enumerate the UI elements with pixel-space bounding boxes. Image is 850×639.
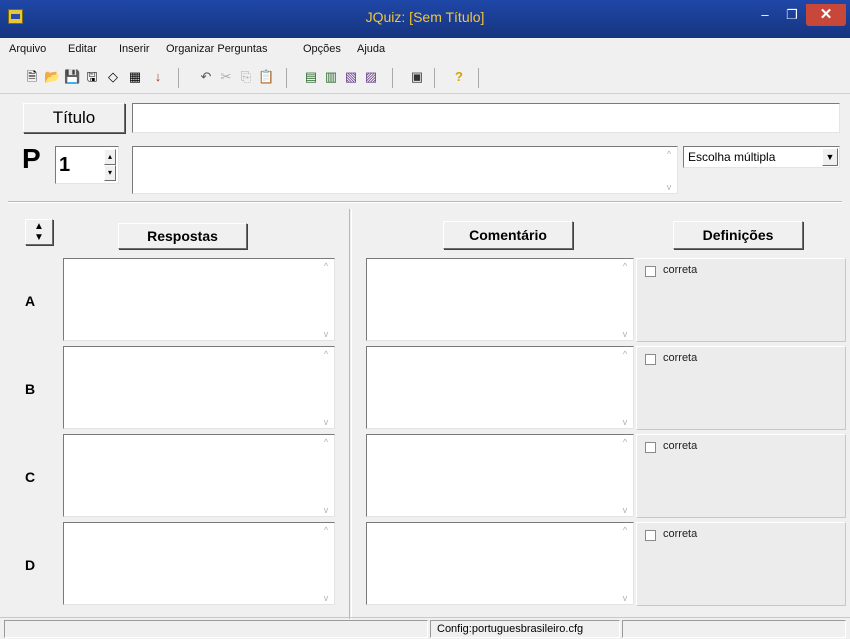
answer-c-input[interactable]: ^ v xyxy=(63,434,335,517)
minimize-button[interactable]: – xyxy=(752,4,778,26)
title-bar: JQuiz: [Sem Título] – ❐ ✕ xyxy=(0,0,850,38)
scroll-down-icon[interactable]: v xyxy=(320,329,332,339)
eraser-icon[interactable]: ◇ xyxy=(105,69,121,85)
title-input[interactable] xyxy=(132,103,840,133)
shuffle-icon[interactable]: ▧ xyxy=(343,69,359,85)
scroll-up-icon[interactable]: ^ xyxy=(320,525,332,535)
grid-icon[interactable]: ▦ xyxy=(127,69,143,85)
definitions-c-panel: correta xyxy=(636,434,846,518)
comment-d-input[interactable]: ^ v xyxy=(366,522,634,605)
question-number-spinner[interactable]: 1 ▴ ▾ xyxy=(55,146,119,184)
correct-b-label[interactable]: correta xyxy=(663,352,697,364)
toolbar-separator xyxy=(434,68,435,88)
menu-editar[interactable]: Editar xyxy=(68,43,97,55)
respostas-button[interactable]: Respostas xyxy=(118,223,247,249)
comentario-button[interactable]: Comentário xyxy=(443,221,573,249)
scroll-up-icon[interactable]: ^ xyxy=(619,525,631,535)
scroll-up-icon[interactable]: ^ xyxy=(619,349,631,359)
toolbar: 🗎 📂 💾 🖫 ◇ ▦ ↓ ↶ ✂ ⎘ 📋 ▤ ▥ ▧ ▨ ▣ ? xyxy=(0,60,850,94)
copy-icon[interactable]: ⎘ xyxy=(238,69,254,85)
answer-d-input[interactable]: ^ v xyxy=(63,522,335,605)
question-type-value: Escolha múltipla xyxy=(688,150,776,164)
scroll-down-icon[interactable]: v xyxy=(619,593,631,603)
status-bar: Config:portuguesbrasileiro.cfg xyxy=(0,617,850,639)
question-number: 1 xyxy=(59,154,71,176)
scroll-up-icon[interactable]: ^ xyxy=(663,149,675,159)
definitions-d-panel: correta xyxy=(636,522,846,606)
edit-question-icon[interactable]: ▥ xyxy=(323,69,339,85)
scroll-down-icon[interactable]: v xyxy=(320,593,332,603)
answer-letter-c: C xyxy=(25,469,36,485)
scroll-down-icon[interactable]: v xyxy=(619,417,631,427)
question-type-select[interactable]: Escolha múltipla ▼ xyxy=(683,146,840,168)
scroll-down-icon[interactable]: v xyxy=(619,329,631,339)
status-cell-right xyxy=(622,620,846,638)
column-divider xyxy=(349,209,352,619)
scroll-down-icon[interactable]: v xyxy=(320,505,332,515)
spinner-down-button[interactable]: ▾ xyxy=(104,165,116,181)
definitions-b-panel: correta xyxy=(636,346,846,430)
menu-arquivo[interactable]: Arquivo xyxy=(9,43,46,55)
menu-inserir[interactable]: Inserir xyxy=(119,43,150,55)
export-icon[interactable]: ▣ xyxy=(409,69,425,85)
correct-b-checkbox[interactable] xyxy=(645,354,656,365)
definitions-a-panel: correta xyxy=(636,258,846,342)
maximize-button[interactable]: ❐ xyxy=(779,4,805,26)
help-icon[interactable]: ? xyxy=(451,69,467,85)
answer-a-input[interactable]: ^ v xyxy=(63,258,335,341)
status-config: Config:portuguesbrasileiro.cfg xyxy=(430,620,620,638)
menu-organizar-perguntas[interactable]: Organizar Perguntas xyxy=(166,43,268,55)
scroll-up-icon[interactable]: ^ xyxy=(619,261,631,271)
scroll-up-icon[interactable]: ^ xyxy=(619,437,631,447)
window-title: JQuiz: [Sem Título] xyxy=(365,9,485,25)
answer-letter-a: A xyxy=(25,293,36,309)
undo-icon[interactable]: ↶ xyxy=(198,69,214,85)
chevron-down-icon[interactable]: ▼ xyxy=(822,148,838,166)
menu-ajuda[interactable]: Ajuda xyxy=(357,43,385,55)
add-question-icon[interactable]: ▤ xyxy=(303,69,319,85)
question-label: P xyxy=(22,143,41,174)
status-cell-left xyxy=(4,620,428,638)
scroll-down-icon[interactable]: v xyxy=(663,182,675,192)
save-as-icon[interactable]: 🖫 xyxy=(84,69,100,85)
correct-a-checkbox[interactable] xyxy=(645,266,656,277)
scroll-up-icon[interactable]: ^ xyxy=(320,437,332,447)
toolbar-separator xyxy=(478,68,479,88)
find-icon[interactable]: ▨ xyxy=(363,69,379,85)
answer-b-input[interactable]: ^ v xyxy=(63,346,335,429)
section-divider xyxy=(8,201,842,203)
menu-opcoes[interactable]: Opções xyxy=(303,43,341,55)
scroll-down-icon[interactable]: v xyxy=(320,417,332,427)
paste-icon[interactable]: 📋 xyxy=(258,69,274,85)
correct-c-label[interactable]: correta xyxy=(663,440,697,452)
menu-bar: Arquivo Editar Inserir Organizar Pergunt… xyxy=(0,38,850,60)
correct-a-label[interactable]: correta xyxy=(663,264,697,276)
correct-d-label[interactable]: correta xyxy=(663,528,697,540)
answer-letter-b: B xyxy=(25,381,36,397)
reorder-answers-button[interactable]: ▲ ▼ xyxy=(25,219,53,245)
scroll-up-icon[interactable]: ^ xyxy=(320,261,332,271)
toolbar-separator xyxy=(286,68,287,88)
comment-a-input[interactable]: ^ v xyxy=(366,258,634,341)
scroll-up-icon[interactable]: ^ xyxy=(320,349,332,359)
down-arrow-icon[interactable]: ↓ xyxy=(150,69,166,85)
toolbar-separator xyxy=(392,68,393,88)
cut-icon[interactable]: ✂ xyxy=(218,69,234,85)
new-file-icon[interactable]: 🗎 xyxy=(24,69,40,85)
definicoes-button[interactable]: Definições xyxy=(673,221,803,249)
correct-d-checkbox[interactable] xyxy=(645,530,656,541)
titulo-button[interactable]: Título xyxy=(23,103,125,133)
save-icon[interactable]: 💾 xyxy=(64,69,80,85)
comment-c-input[interactable]: ^ v xyxy=(366,434,634,517)
spinner-up-button[interactable]: ▴ xyxy=(104,149,116,165)
correct-c-checkbox[interactable] xyxy=(645,442,656,453)
answer-letter-d: D xyxy=(25,557,36,573)
comment-b-input[interactable]: ^ v xyxy=(366,346,634,429)
open-folder-icon[interactable]: 📂 xyxy=(44,69,60,85)
toolbar-separator xyxy=(178,68,179,88)
close-button[interactable]: ✕ xyxy=(806,4,846,26)
scroll-down-icon[interactable]: v xyxy=(619,505,631,515)
question-text-area[interactable]: ^ v xyxy=(132,146,678,194)
